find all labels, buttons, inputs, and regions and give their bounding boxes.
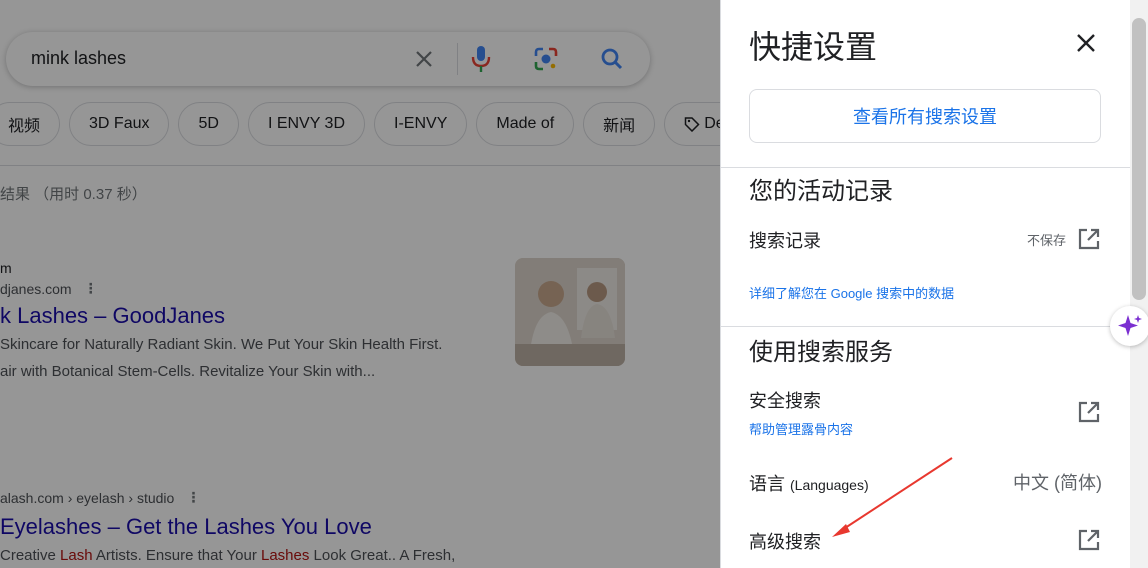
open-in-new-icon[interactable]: [1076, 226, 1102, 252]
section-divider: [721, 326, 1131, 327]
learn-more-link[interactable]: 详细了解您在 Google 搜索中的数据: [749, 283, 954, 302]
close-button[interactable]: [1071, 28, 1101, 58]
language-value[interactable]: 中文 (简体): [1013, 469, 1102, 495]
search-history-label: 搜索记录: [749, 231, 821, 251]
quick-settings-panel: 快捷设置 查看所有搜索设置 您的活动记录 搜索记录 不保存 详细了解您在 Goo…: [720, 0, 1131, 568]
safesearch-control[interactable]: [1076, 399, 1102, 425]
language-label-en: (Languages): [790, 477, 869, 493]
search-history-status: 不保存: [1026, 232, 1066, 248]
open-in-new-icon[interactable]: [1076, 399, 1102, 425]
panel-title: 快捷设置: [749, 29, 878, 65]
services-heading: 使用搜索服务: [749, 339, 893, 366]
safesearch-label: 安全搜索: [749, 391, 821, 411]
language-label: 语言 (Languages): [749, 470, 869, 496]
language-label-text: 语言: [749, 474, 785, 494]
sparkle-icon: [1118, 315, 1142, 336]
scrollbar-thumb[interactable]: [1132, 18, 1146, 300]
activity-heading: 您的活动记录: [749, 178, 893, 205]
modal-backdrop[interactable]: [0, 0, 720, 568]
language-control[interactable]: 中文 (简体): [1013, 469, 1102, 495]
section-divider: [721, 167, 1131, 168]
page-scrollbar[interactable]: [1130, 0, 1148, 568]
advanced-search-label: 高级搜索: [749, 532, 821, 552]
close-icon: [1077, 34, 1095, 52]
see-all-settings-button[interactable]: 查看所有搜索设置: [749, 89, 1101, 143]
open-in-new-icon[interactable]: [1076, 527, 1102, 553]
advanced-search-control[interactable]: [1076, 527, 1102, 553]
ai-sparkle-button[interactable]: [1110, 306, 1148, 346]
search-history-control[interactable]: 不保存: [1027, 226, 1102, 252]
safesearch-sublink[interactable]: 帮助管理露骨内容: [749, 419, 853, 438]
